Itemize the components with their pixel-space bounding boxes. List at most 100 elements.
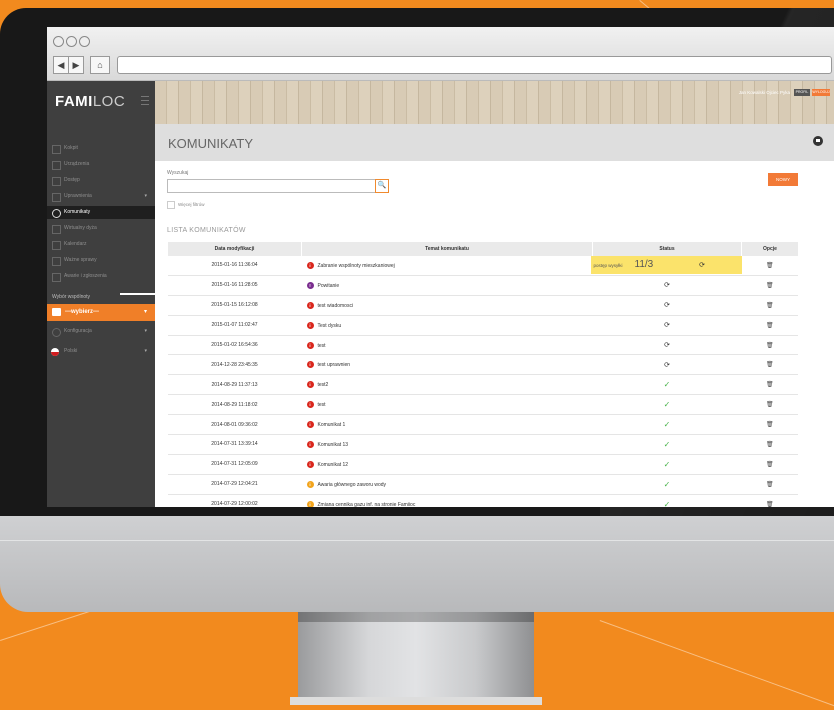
search-input[interactable] <box>167 179 376 193</box>
row-options: 🗑 <box>741 454 798 475</box>
window-minimize-button[interactable] <box>66 36 77 47</box>
column-header-date[interactable]: Data modyfikacji <box>167 242 302 256</box>
trash-icon[interactable]: 🗑 <box>766 283 774 289</box>
row-options: 🗑 <box>741 295 798 316</box>
table-row[interactable]: 2014-07-29 12:00:02 i Zmiana cennika gazu … <box>167 494 798 507</box>
home-button[interactable]: ⌂ <box>90 56 110 74</box>
message-type-icon: i <box>306 261 314 269</box>
row-topic[interactable]: i Zmiana cennika gazu inf. na stronie Fam… <box>301 494 593 507</box>
main-content: Wyszukaj 🔍 NOWY Więcej filtrów LISTA KOM… <box>155 161 834 507</box>
row-topic[interactable]: i test wiadomosci <box>301 295 593 316</box>
table-row[interactable]: 2015-01-07 11:02:47 i Test dysku ⟳ 🗑 <box>167 315 798 336</box>
list-title: LISTA KOMUNIKATÓW <box>167 227 246 234</box>
search-button[interactable]: 🔍 <box>375 179 389 193</box>
address-bar[interactable] <box>117 56 832 74</box>
trash-icon[interactable]: 🗑 <box>766 482 774 488</box>
row-topic[interactable]: i Awaria głównego zaworu wody <box>301 474 593 495</box>
search-label: Wyszukaj <box>167 170 189 176</box>
row-date: 2015-01-02 16:54:36 <box>167 335 302 356</box>
table-row[interactable]: 2015-01-16 11:28:05! Powitanie ⟳ 🗑 <box>167 275 798 296</box>
row-topic[interactable]: ! Powitanie <box>301 275 593 296</box>
sidebar-item-komunikaty[interactable]: Komunikaty <box>47 206 155 219</box>
message-type-icon: i <box>306 301 314 309</box>
community-select[interactable]: ---wybierz--- ▾ <box>47 304 155 321</box>
row-options: 🗑 <box>741 315 798 336</box>
check-icon: ✓ <box>663 479 671 489</box>
trash-icon[interactable]: 🗑 <box>766 323 774 329</box>
profile-button[interactable]: PROFIL <box>794 89 810 96</box>
more-filters-link[interactable]: Więcej filtrów <box>167 201 205 209</box>
row-topic[interactable]: i test uprawnien <box>301 354 593 376</box>
row-topic[interactable]: i Zabranie wspólnoty mieszkaniowej <box>301 256 593 276</box>
trash-icon[interactable]: 🗑 <box>766 263 774 269</box>
row-topic[interactable]: i Komunikat 1 <box>301 414 593 436</box>
sidebar-item-kalendarz[interactable]: Kalendarz <box>47 238 155 251</box>
new-message-button[interactable]: NOWY <box>768 173 798 186</box>
sidebar-item-wazne-sprawy[interactable]: Ważne sprawy <box>47 254 155 267</box>
row-topic[interactable]: i Komunikat 13 <box>301 434 593 455</box>
window-close-button[interactable] <box>53 36 64 47</box>
table-row[interactable]: 2015-01-02 16:54:36 i test ⟳ 🗑 <box>167 335 798 356</box>
background-line <box>599 620 834 710</box>
table-row[interactable]: 2015-01-15 16:12:08 i test wiadomosci ⟳ 🗑 <box>167 295 798 316</box>
gear-icon <box>52 328 61 337</box>
sidebar-item-urzadzenia[interactable]: Urządzenia <box>47 158 155 171</box>
trash-icon[interactable]: 🗑 <box>766 362 774 368</box>
table-row[interactable]: 2014-07-31 13:39:14 i Komunikat 13 ✓ 🗑 <box>167 434 798 455</box>
row-status: ✓ <box>592 374 742 396</box>
trash-icon[interactable]: 🗑 <box>766 402 774 408</box>
row-status: ⟳ <box>592 335 742 356</box>
page-title: KOMUNIKATY <box>168 136 253 151</box>
row-date: 2015-01-15 16:12:08 <box>167 295 302 316</box>
table-row[interactable]: 2014-07-31 12:05:09 i Komunikat 12 ✓ 🗑 <box>167 454 798 475</box>
sidebar-item-konfiguracja[interactable]: Konfiguracja ▾ <box>47 325 155 338</box>
table-row[interactable]: 2014-12-28 23:45:35 i test uprawnien ⟳ 🗑 <box>167 354 798 376</box>
sidebar-item-wirtualny[interactable]: Wirtualny dyża <box>47 222 155 235</box>
header-banner: Jan Kowalski Ojciec Pyka PROFIL WYLOGUJ <box>155 81 834 124</box>
sync-icon: ⟳ <box>664 361 670 369</box>
language-select[interactable]: Polski ▾ <box>47 345 155 358</box>
trash-icon[interactable]: 🗑 <box>766 462 774 468</box>
sidebar-item-uprawnienia[interactable]: Uprawnienia ▾ <box>47 190 155 203</box>
message-type-icon: i <box>306 480 314 488</box>
user-name: Jan Kowalski Ojciec Pyka <box>738 90 790 95</box>
row-topic[interactable]: i test <box>301 394 593 416</box>
forward-button[interactable]: ▶ <box>68 56 84 74</box>
message-type-icon: i <box>306 421 314 429</box>
message-type-icon: i <box>306 381 314 389</box>
row-topic[interactable]: i test <box>301 335 593 356</box>
messages-table: Data modyfikacji Temat komunikatu Status… <box>167 242 798 507</box>
slider-handle[interactable] <box>120 293 160 295</box>
trash-icon[interactable]: 🗑 <box>766 422 774 428</box>
column-header-topic[interactable]: Temat komunikatu <box>301 242 593 256</box>
chevron-down-icon: ▾ <box>144 193 147 199</box>
table-row[interactable]: 2014-08-01 09:36:02 i Komunikat 1 ✓ 🗑 <box>167 414 798 436</box>
row-status: ✓ <box>592 434 742 455</box>
trash-icon[interactable]: 🗑 <box>766 343 774 349</box>
sidebar-item-kokpit[interactable]: Kokpit <box>47 142 155 155</box>
print-icon[interactable] <box>813 136 823 146</box>
row-topic[interactable]: i test2 <box>301 374 593 396</box>
trash-icon[interactable]: 🗑 <box>766 382 774 388</box>
column-header-status[interactable]: Status <box>592 242 742 256</box>
row-topic[interactable]: i Komunikat 12 <box>301 454 593 475</box>
trash-icon[interactable]: 🗑 <box>766 303 774 309</box>
sidebar-item-awarie[interactable]: Awarie i zgłoszenia <box>47 270 155 283</box>
table-row[interactable]: 2014-08-29 11:18:02 i test ✓ 🗑 <box>167 394 798 416</box>
menu-toggle-icon[interactable] <box>141 96 149 105</box>
row-date: 2014-08-01 09:36:02 <box>167 414 302 436</box>
table-row[interactable]: 2014-08-29 11:37:13 i test2 ✓ 🗑 <box>167 374 798 396</box>
logout-button[interactable]: WYLOGUJ <box>812 89 830 96</box>
window-maximize-button[interactable] <box>79 36 90 47</box>
sync-icon: ⟳ <box>664 302 670 310</box>
app-logo[interactable]: FAMILOC <box>55 93 125 110</box>
sync-icon: ⟳ <box>664 342 670 349</box>
table-row[interactable]: 2015-01-16 11:36:04 i Zabranie wspólnoty m… <box>167 256 798 276</box>
row-date: 2014-08-29 11:37:13 <box>167 374 302 396</box>
trash-icon[interactable]: 🗑 <box>766 502 774 507</box>
sidebar-item-dostep[interactable]: Dostęp <box>47 174 155 187</box>
trash-icon[interactable]: 🗑 <box>766 442 774 448</box>
row-topic[interactable]: i Test dysku <box>301 315 593 336</box>
back-button[interactable]: ◀ <box>53 56 69 74</box>
table-row[interactable]: 2014-07-29 12:04:21 i Awaria głównego zawo… <box>167 474 798 495</box>
